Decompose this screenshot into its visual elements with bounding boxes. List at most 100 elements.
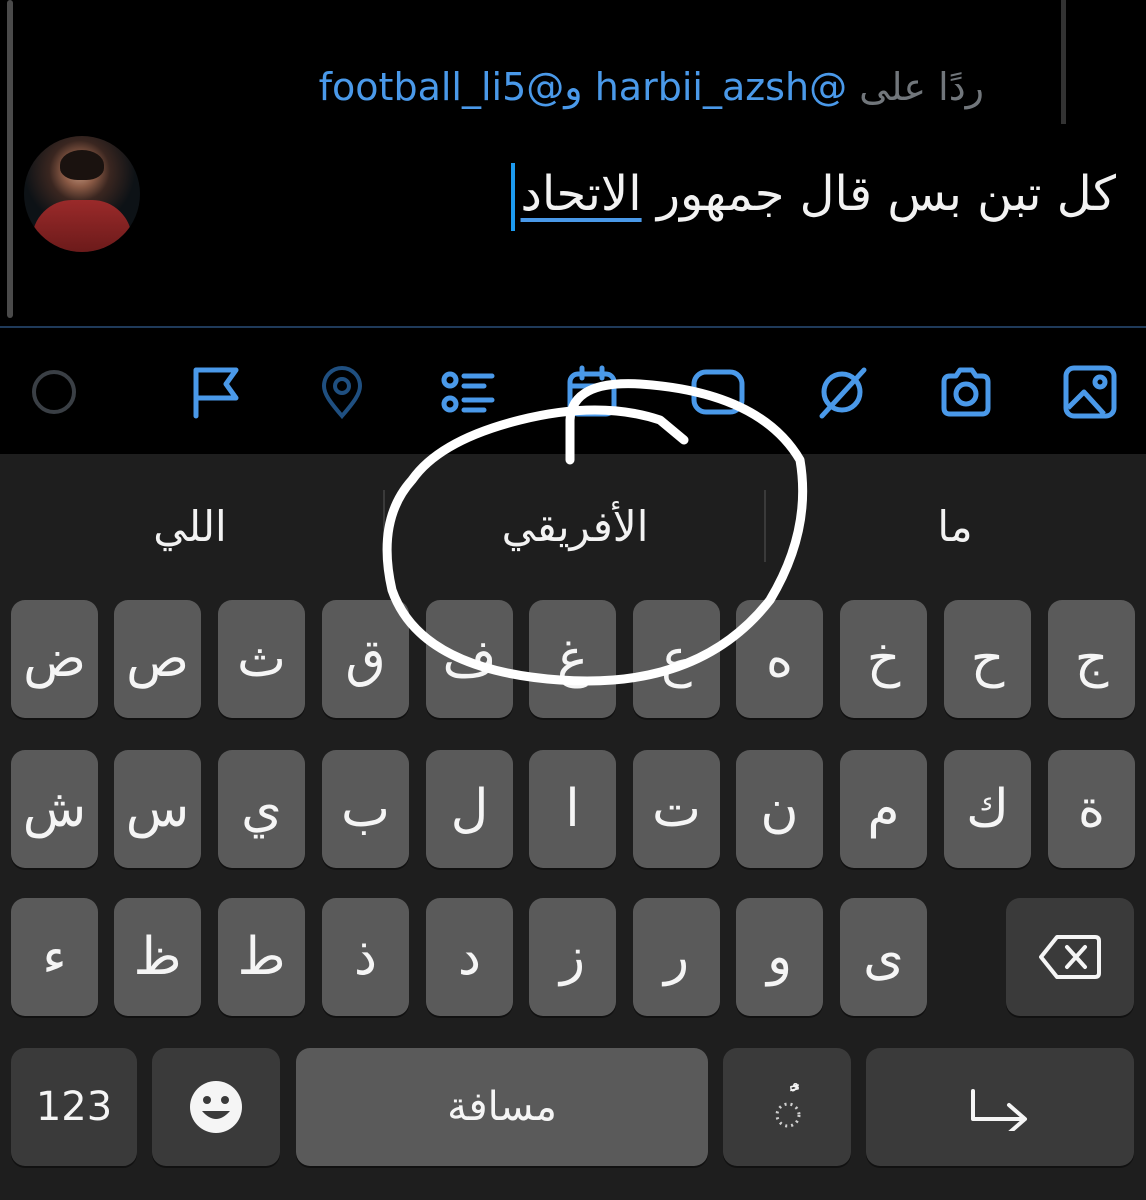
key-waw[interactable]: و [736, 898, 823, 1016]
suggestion-1[interactable]: ما [880, 492, 1030, 562]
suggestion-2[interactable]: الأفريقي [440, 492, 710, 562]
key-label: ي [241, 779, 282, 839]
key-dal[interactable]: د [426, 898, 513, 1016]
key-thaa[interactable]: ث [218, 600, 305, 718]
camera-icon[interactable] [938, 364, 994, 420]
return-icon [971, 1089, 1027, 1131]
key-raa[interactable]: ر [633, 898, 720, 1016]
space-key-label: مسافة [447, 1084, 557, 1130]
key-qaf[interactable]: ق [322, 600, 409, 718]
mention-joiner: و [564, 65, 583, 109]
compose-left-rule [7, 0, 13, 318]
backspace-key[interactable] [1006, 898, 1134, 1016]
gif-icon[interactable] [690, 364, 746, 420]
key-label: ت [652, 779, 701, 839]
key-label: ك [966, 779, 1009, 839]
key-sheen[interactable]: ش [11, 750, 98, 868]
key-label: د [457, 927, 482, 987]
key-label: غ [556, 629, 589, 689]
tweet-text-body: كل تبن بس قال جمهور [656, 166, 1116, 222]
key-faa[interactable]: ف [426, 600, 513, 718]
key-taa-heavy[interactable]: ط [218, 898, 305, 1016]
key-ain[interactable]: ع [633, 600, 720, 718]
location-icon[interactable] [314, 364, 370, 420]
key-label: ظ [133, 927, 182, 987]
diacritic-key[interactable]: ًٌ [723, 1048, 851, 1166]
list-icon[interactable] [440, 364, 496, 420]
key-haa2[interactable]: ه [736, 600, 823, 718]
key-sad[interactable]: ص [114, 600, 201, 718]
key-label: ث [237, 629, 286, 689]
key-label: ج [1074, 629, 1109, 689]
key-khaa[interactable]: خ [840, 600, 927, 718]
key-alif-maqsura[interactable]: ى [840, 898, 927, 1016]
emoji-icon [190, 1081, 242, 1133]
key-label: ذ [353, 927, 378, 987]
key-label: خ [866, 629, 901, 689]
key-label: ض [23, 629, 86, 689]
key-label: ء [42, 927, 67, 987]
key-dad[interactable]: ض [11, 600, 98, 718]
key-label: م [867, 779, 900, 839]
schedule-icon[interactable] [564, 364, 620, 420]
suggestion-separator [764, 490, 766, 562]
key-label: ط [237, 927, 286, 987]
key-ghain[interactable]: غ [529, 600, 616, 718]
key-label: ش [22, 779, 87, 839]
key-kaf[interactable]: ك [944, 750, 1031, 868]
reply-prefix: ردًا على [859, 65, 984, 109]
image-icon[interactable] [1062, 364, 1118, 420]
emoji-key[interactable] [152, 1048, 280, 1166]
key-zaa[interactable]: ظ [114, 898, 201, 1016]
key-label: ق [345, 629, 386, 689]
space-key[interactable]: مسافة [296, 1048, 708, 1166]
key-noon[interactable]: ن [736, 750, 823, 868]
thread-line [1061, 0, 1066, 124]
key-baa[interactable]: ب [322, 750, 409, 868]
suggestion-3[interactable]: اللي [100, 492, 280, 562]
key-hamza[interactable]: ء [11, 898, 98, 1016]
numbers-key-label: 123 [35, 1084, 113, 1130]
numbers-key[interactable]: 123 [11, 1048, 137, 1166]
key-label: و [766, 927, 793, 987]
mention-football[interactable]: @football_li5 [319, 65, 565, 109]
flag-icon[interactable] [188, 364, 244, 420]
suggestion-separator [383, 490, 385, 562]
key-thal[interactable]: ذ [322, 898, 409, 1016]
key-label: ة [1077, 779, 1106, 839]
mention-harbii[interactable]: @harbii_azsh [595, 65, 847, 109]
key-label: ع [660, 629, 693, 689]
key-label: ف [442, 629, 497, 689]
key-label: ز [559, 927, 586, 987]
key-yaa[interactable]: ي [218, 750, 305, 868]
reply-to-line[interactable]: ردًا على @harbii_azsh و@football_li5 [319, 62, 984, 112]
key-seen[interactable]: س [114, 750, 201, 868]
keyboard: اللي الأفريقي ما ج ح خ ه ع غ ف ق ث ص ض ة… [0, 454, 1146, 1200]
key-label: ه [765, 629, 794, 689]
key-label: س [125, 779, 190, 839]
key-alif[interactable]: ا [529, 750, 616, 868]
tweet-text-input[interactable]: كل تبن بس قال جمهور الاتحاد [510, 160, 1116, 231]
key-lam[interactable]: ل [426, 750, 513, 868]
key-haa[interactable]: ح [944, 600, 1031, 718]
key-label: ص [126, 629, 189, 689]
avatar[interactable] [24, 136, 140, 252]
dotted-circle-icon [775, 1102, 801, 1128]
grok-icon[interactable] [814, 364, 870, 420]
avatar-jersey [32, 200, 132, 252]
suggestion-bar: اللي الأفريقي ما [0, 454, 1146, 594]
key-label: ا [565, 779, 580, 839]
text-caret [510, 163, 515, 231]
key-meem[interactable]: م [840, 750, 927, 868]
avatar-hair [60, 150, 104, 180]
compose-toolbar [0, 328, 1146, 454]
key-jeem[interactable]: ج [1048, 600, 1135, 718]
key-label: ح [970, 629, 1005, 689]
key-label: ن [760, 779, 799, 839]
character-count-ring [26, 364, 82, 420]
return-key[interactable] [866, 1048, 1134, 1166]
key-taa-marbuta[interactable]: ة [1048, 750, 1135, 868]
key-taa[interactable]: ت [633, 750, 720, 868]
key-label: ل [450, 779, 489, 839]
key-zay[interactable]: ز [529, 898, 616, 1016]
